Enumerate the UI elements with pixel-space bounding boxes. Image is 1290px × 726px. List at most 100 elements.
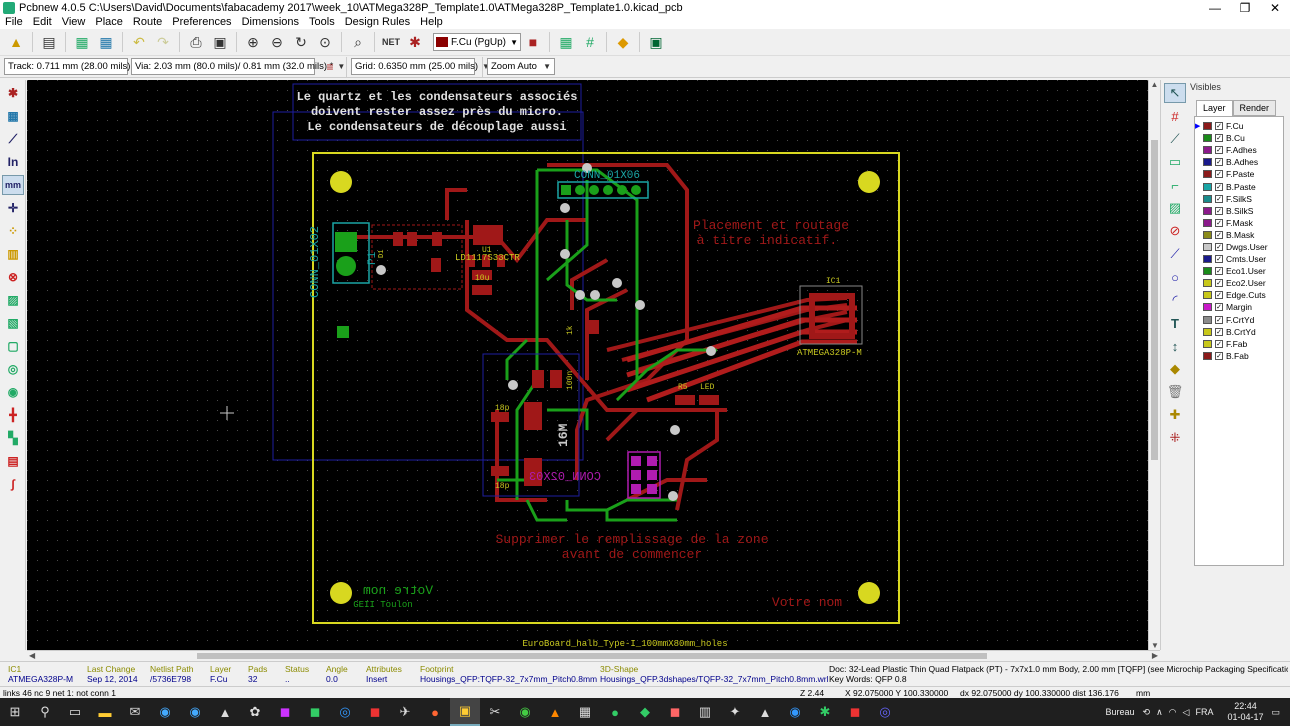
- layer-color-swatch[interactable]: [1203, 206, 1212, 215]
- delete-icon[interactable]: 🗑: [1164, 382, 1186, 402]
- file-explorer-icon[interactable]: ▬: [90, 698, 120, 726]
- horizontal-scroll-thumb[interactable]: [197, 653, 987, 659]
- layer-color-swatch[interactable]: [1203, 194, 1212, 203]
- layer-visibility-checkbox[interactable]: ✓: [1215, 218, 1223, 227]
- r5-pad[interactable]: [675, 395, 695, 405]
- layer-color-swatch[interactable]: [1203, 122, 1212, 131]
- layer-color-swatch[interactable]: [1203, 279, 1212, 288]
- app-icon[interactable]: ▥: [690, 698, 720, 726]
- layer-row[interactable]: ✓ Margin: [1195, 301, 1283, 313]
- layer-color-swatch[interactable]: [1203, 303, 1212, 312]
- app-icon[interactable]: ◎: [330, 698, 360, 726]
- app-icon[interactable]: ✦: [720, 698, 750, 726]
- app-icon[interactable]: ◉: [780, 698, 810, 726]
- zoom-in-icon[interactable]: ⊕: [242, 31, 264, 53]
- layer-color-swatch[interactable]: [1203, 267, 1212, 276]
- layer-pair-icon[interactable]: ■: [522, 31, 544, 53]
- track-sketch-icon[interactable]: ╋: [2, 405, 24, 425]
- cap-pad[interactable]: [532, 370, 544, 388]
- drc-off-icon[interactable]: ✱: [2, 83, 24, 103]
- app-icon[interactable]: ●: [420, 698, 450, 726]
- scroll-right-icon[interactable]: ▶: [1152, 651, 1158, 660]
- microwave-toolbar-icon[interactable]: ∫: [2, 474, 24, 494]
- zone-show-icon[interactable]: ▨: [2, 290, 24, 310]
- app-icon[interactable]: ▲: [750, 698, 780, 726]
- ratsnest-icon[interactable]: ⁘: [2, 221, 24, 241]
- layer-visibility-checkbox[interactable]: ✓: [1215, 158, 1223, 167]
- close-button[interactable]: ✕: [1260, 1, 1290, 15]
- menu-route[interactable]: Route: [128, 16, 167, 28]
- p1-pad-1[interactable]: [335, 232, 357, 252]
- menu-view[interactable]: View: [57, 16, 91, 28]
- app-icon[interactable]: ✱: [810, 698, 840, 726]
- layer-row[interactable]: ✓ B.Fab: [1195, 350, 1283, 362]
- high-contrast-icon[interactable]: ▚: [2, 428, 24, 448]
- mounting-hole[interactable]: [330, 171, 352, 193]
- menu-dimensions[interactable]: Dimensions: [237, 16, 304, 28]
- smd-pad[interactable]: [393, 232, 403, 246]
- layer-row[interactable]: ✓ F.CrtYd: [1195, 314, 1283, 326]
- notifications-icon[interactable]: ▭: [1271, 707, 1280, 718]
- app-icon[interactable]: ◼: [270, 698, 300, 726]
- layer-row[interactable]: ✓ Dwgs.User: [1195, 241, 1283, 253]
- module-viewer-icon[interactable]: ▦: [95, 31, 117, 53]
- layer-visibility-checkbox[interactable]: ✓: [1215, 170, 1223, 179]
- layer-target-icon[interactable]: ◆: [1164, 359, 1186, 379]
- layer-row[interactable]: ✓ F.Paste: [1195, 168, 1283, 180]
- layer-color-swatch[interactable]: [1203, 230, 1212, 239]
- layer-color-swatch[interactable]: [1203, 218, 1212, 227]
- module-ratsnest-icon[interactable]: ▥: [2, 244, 24, 264]
- tab-layer[interactable]: Layer: [1196, 100, 1233, 116]
- layer-visibility-checkbox[interactable]: ✓: [1215, 194, 1223, 203]
- layer-color-swatch[interactable]: [1203, 339, 1212, 348]
- scroll-up-icon[interactable]: ▲: [1149, 80, 1160, 89]
- layer-row[interactable]: ▶ ✓ F.Cu: [1195, 120, 1283, 132]
- layer-color-swatch[interactable]: [1203, 170, 1212, 179]
- pad-sketch-icon[interactable]: ◎: [2, 359, 24, 379]
- scroll-left-icon[interactable]: ◀: [29, 651, 35, 660]
- maximize-button[interactable]: ❐: [1230, 1, 1260, 15]
- microwave-icon[interactable]: ◆: [612, 31, 634, 53]
- photos-icon[interactable]: ▲: [210, 698, 240, 726]
- add-circle-icon[interactable]: ○: [1164, 267, 1186, 287]
- layer-visibility-checkbox[interactable]: ✓: [1215, 267, 1223, 276]
- layer-color-swatch[interactable]: [1203, 327, 1212, 336]
- add-arc-icon[interactable]: ◜: [1164, 290, 1186, 310]
- led-pad[interactable]: [699, 395, 719, 405]
- auto-delete-track-icon[interactable]: ⊗: [2, 267, 24, 287]
- grid-origin-icon[interactable]: ⁜: [1164, 428, 1186, 448]
- language-indicator[interactable]: FRA: [1195, 707, 1213, 717]
- minimize-button[interactable]: —: [1200, 1, 1230, 15]
- layer-visibility-checkbox[interactable]: ✓: [1215, 291, 1223, 300]
- app-icon[interactable]: ◉: [150, 698, 180, 726]
- menu-place[interactable]: Place: [90, 16, 128, 28]
- layer-color-swatch[interactable]: [1203, 134, 1212, 143]
- drc-icon[interactable]: ✱: [404, 31, 426, 53]
- mounting-hole[interactable]: [330, 582, 352, 604]
- xtal-pad[interactable]: [524, 402, 542, 430]
- smd-pad[interactable]: [432, 232, 442, 246]
- desktop-label[interactable]: Bureau: [1106, 707, 1135, 717]
- task-view-icon[interactable]: ▭: [60, 698, 90, 726]
- layer-row[interactable]: ✓ B.SilkS: [1195, 205, 1283, 217]
- app-icon[interactable]: ●: [600, 698, 630, 726]
- app-icon[interactable]: ◼: [300, 698, 330, 726]
- u1-tab-pad[interactable]: [473, 225, 503, 245]
- layer-row[interactable]: ✓ Cmts.User: [1195, 253, 1283, 265]
- volume-icon[interactable]: ◁: [1183, 707, 1190, 718]
- add-line-icon[interactable]: ⟋: [1164, 244, 1186, 264]
- layer-visibility-checkbox[interactable]: ✓: [1215, 255, 1223, 264]
- layer-color-swatch[interactable]: [1203, 255, 1212, 264]
- resistor-pad[interactable]: [585, 320, 599, 334]
- new-board-icon[interactable]: ▲: [5, 31, 27, 53]
- layer-visibility-checkbox[interactable]: ✓: [1215, 327, 1223, 336]
- layer-visibility-checkbox[interactable]: ✓: [1215, 146, 1223, 155]
- module-editor-icon[interactable]: ▦: [71, 31, 93, 53]
- autoroute-icon[interactable]: #: [579, 31, 601, 53]
- menu-edit[interactable]: Edit: [28, 16, 57, 28]
- app-icon[interactable]: ✂: [480, 698, 510, 726]
- layer-row[interactable]: ✓ F.SilkS: [1195, 193, 1283, 205]
- app-icon[interactable]: ◆: [630, 698, 660, 726]
- horizontal-scrollbar[interactable]: ◀ ▶: [27, 650, 1160, 661]
- layer-color-swatch[interactable]: [1203, 291, 1212, 300]
